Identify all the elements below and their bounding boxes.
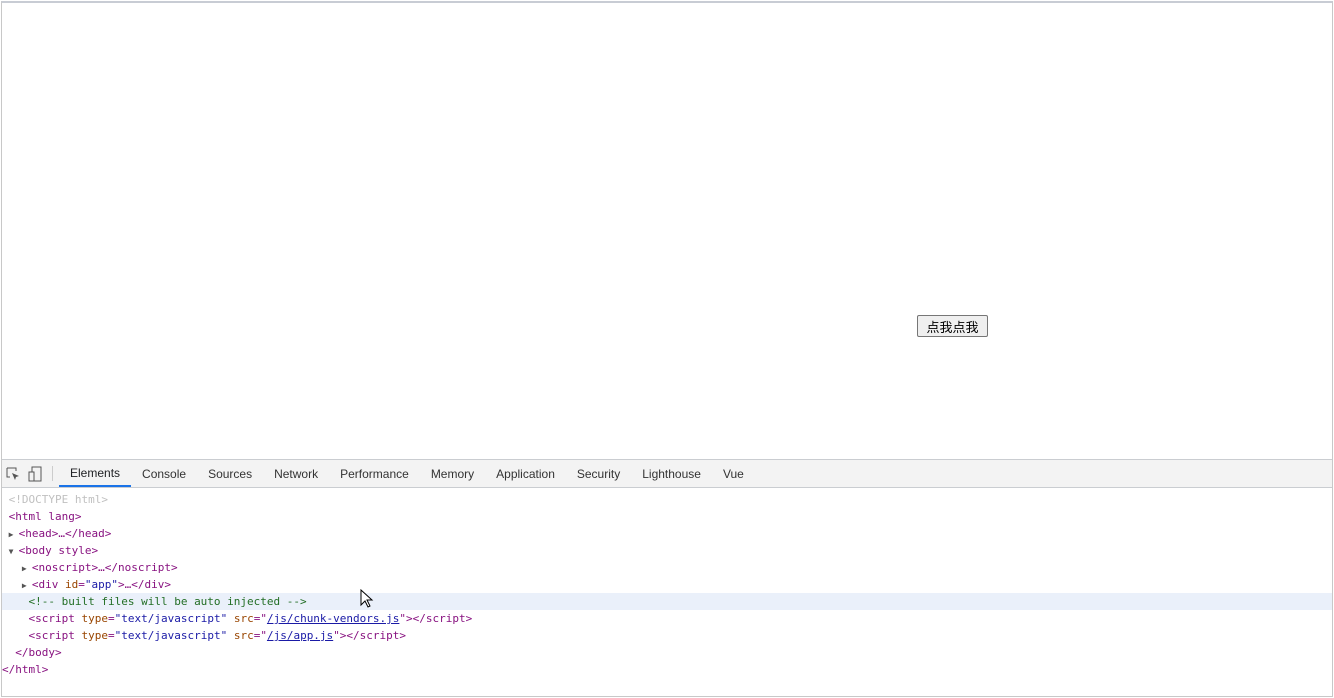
tab-security[interactable]: Security [566, 460, 631, 487]
dom-node-body-close[interactable]: </body> [2, 644, 1332, 661]
click-me-button[interactable]: 点我点我 [917, 315, 988, 337]
tab-performance[interactable]: Performance [329, 460, 420, 487]
tab-sources[interactable]: Sources [197, 460, 263, 487]
div-attr-value: "app" [84, 578, 118, 591]
dom-node-body[interactable]: ▼ <body style> [2, 542, 1332, 559]
mouse-cursor-icon [360, 588, 374, 614]
browser-viewport: 点我点我 Elements Console Sources Network Pe… [1, 1, 1333, 697]
dom-node-script-app[interactable]: <script type="text/javascript" src="/js/… [2, 627, 1332, 644]
dom-node-html-close[interactable]: </html> [2, 661, 1332, 678]
devtools-panel: Elements Console Sources Network Perform… [2, 459, 1332, 696]
tab-lighthouse[interactable]: Lighthouse [631, 460, 712, 487]
tab-memory[interactable]: Memory [420, 460, 485, 487]
script-type-value: "text/javascript" [114, 612, 228, 625]
tab-network[interactable]: Network [263, 460, 329, 487]
collapse-triangle-icon[interactable]: ▼ [9, 543, 19, 560]
dom-node-script-vendors[interactable]: <script type="text/javascript" src="/js/… [2, 610, 1332, 627]
tab-elements[interactable]: Elements [59, 460, 132, 487]
dom-node-head[interactable]: ▶ <head>…</head> [2, 525, 1332, 542]
page-content: 点我点我 [2, 3, 1332, 459]
div-tag-name: div [38, 578, 59, 591]
devtools-toolbar: Elements Console Sources Network Perform… [2, 460, 1332, 488]
script-src-link[interactable]: /js/chunk-vendors.js [267, 612, 399, 625]
body-open-tag: <body style> [18, 544, 99, 557]
expand-triangle-icon[interactable]: ▶ [22, 560, 32, 577]
doctype-text: <!DOCTYPE html> [8, 493, 108, 506]
dom-tree: <!DOCTYPE html> <html lang> ▶ <head>…</he… [2, 488, 1332, 678]
dom-node-doctype[interactable]: <!DOCTYPE html> [2, 491, 1332, 508]
toolbar-divider [52, 466, 53, 481]
dom-node-html[interactable]: <html lang> [2, 508, 1332, 525]
expand-triangle-icon[interactable]: ▶ [22, 577, 32, 594]
div-rest: >…</div> [118, 578, 171, 591]
expand-triangle-icon[interactable]: ▶ [9, 526, 19, 543]
dom-node-noscript[interactable]: ▶ <noscript>…</noscript> [2, 559, 1332, 576]
html-open-tag: <html lang> [8, 510, 82, 523]
html-close-tag: </html> [2, 663, 49, 676]
script-src-link[interactable]: /js/app.js [267, 629, 333, 642]
head-tag: <head>…</head> [18, 527, 112, 540]
comment-text: <!-- built files will be auto injected -… [28, 595, 307, 608]
dom-node-comment[interactable]: <!-- built files will be auto injected -… [2, 593, 1332, 610]
dom-node-div-app[interactable]: ▶ <div id="app">…</div> [2, 576, 1332, 593]
inspect-element-icon[interactable] [2, 460, 24, 487]
noscript-tag: <noscript>…</noscript> [31, 561, 178, 574]
tab-vue[interactable]: Vue [712, 460, 755, 487]
device-toolbar-icon[interactable] [24, 460, 46, 487]
tab-console[interactable]: Console [131, 460, 197, 487]
tab-application[interactable]: Application [485, 460, 566, 487]
div-attr-name: id [65, 578, 79, 591]
body-close-tag: </body> [15, 646, 62, 659]
script-type-value: "text/javascript" [114, 629, 228, 642]
